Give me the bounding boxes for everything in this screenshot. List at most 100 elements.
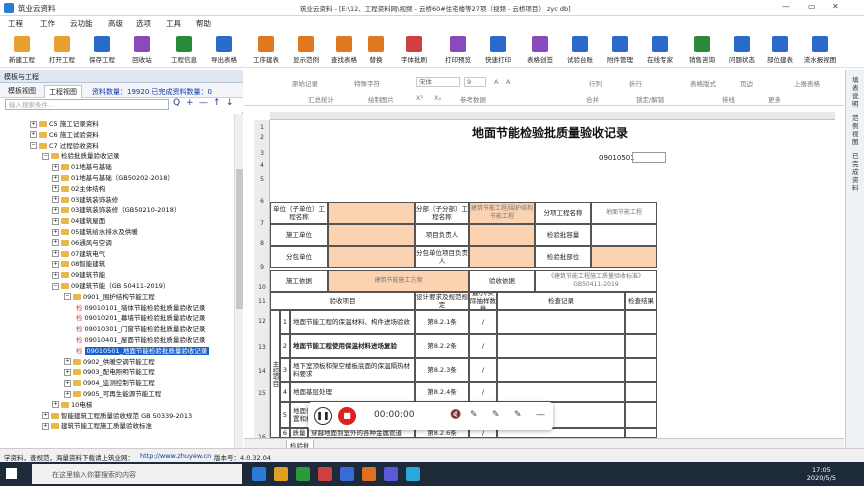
tree-item[interactable]: 检 09010501_地面节能检验批质量验收记录 [76,346,210,356]
expand-icon[interactable]: + [30,120,37,128]
expand-icon[interactable]: + [64,379,71,387]
ribbon-button-3[interactable]: 回收站 [124,36,160,64]
highlighter-icon[interactable]: ✎ [514,410,522,420]
field-acceptance-basis[interactable]: 《建筑节能工程施工质量验收标准》GB50411-2019 [535,270,657,292]
expand-icon[interactable]: + [52,271,59,279]
taskbar-app-icon[interactable] [362,467,376,481]
field-batch-capacity[interactable] [591,224,657,246]
rail-fill-instructions[interactable]: 填表说明 [852,76,860,108]
ribbon-button-19[interactable]: 部位建表 [762,36,798,64]
more-button[interactable]: 更多 [768,94,781,104]
tree-item[interactable]: +07建筑电气 [52,250,105,259]
subscript-button[interactable]: X₂ [434,94,441,102]
ribbon-button-10[interactable]: 字体批刷 [396,36,432,64]
tree-scrollbar-thumb[interactable] [236,169,243,309]
tree-item[interactable]: + C5 施工记录资料 [30,120,99,129]
tree-item[interactable]: + C6 施工试验资料 [30,131,99,140]
stop-button[interactable]: ■ [338,407,356,425]
item-sample[interactable]: / [469,358,497,382]
tree-item[interactable]: + 智能建筑工程质量验收规范 GB 50339-2013 [42,412,192,421]
ribbon-button-7[interactable]: 显示范例 [288,36,324,64]
item-result[interactable] [625,382,657,402]
menu-project[interactable]: 工程 [8,18,23,29]
expand-icon[interactable]: + [42,412,49,420]
tree-item[interactable]: − 检验批质量验收记录 [42,152,120,161]
expand-icon[interactable]: + [52,250,59,258]
mic-icon[interactable]: ✎ [470,410,478,420]
ribbon-button-11[interactable]: 打印预览 [440,36,476,64]
expand-icon[interactable]: + [64,368,71,376]
item-result[interactable] [625,428,657,438]
field-basis[interactable]: 建筑节能施工方案 [328,270,469,292]
tree-item[interactable]: +09建筑节能 [52,271,105,280]
tree-item[interactable]: − 09建筑节能（GB 50411-2019） [52,282,169,291]
field-sub-project[interactable]: 建筑节能工程/围护结构节能工程 [469,202,535,224]
ribbon-button-14[interactable]: 试验台账 [562,36,598,64]
row-col-button[interactable]: 行列 [589,78,602,88]
item-result[interactable] [625,334,657,358]
expand-icon[interactable]: + [52,228,59,236]
lock-unlock-button[interactable]: 锁定/解锁 [636,94,664,104]
minimize-button[interactable]: — [782,2,790,11]
expand-icon[interactable]: + [52,260,59,268]
rail-completed-docs[interactable]: 已完成资料 [852,152,860,192]
field-project-leader[interactable] [469,224,535,246]
mute-icon[interactable]: 🔇 [450,410,461,420]
field-unit-project[interactable] [328,202,415,224]
menu-help[interactable]: 帮助 [196,18,211,29]
ref-data-button[interactable]: 参考数据 [460,94,486,104]
collapse-icon[interactable]: − [30,142,37,150]
taskbar-app-icon[interactable] [406,467,420,481]
menu-options[interactable]: 选项 [136,18,151,29]
tree-item[interactable]: +01地基与基础（GB50202-2018） [52,174,174,183]
collapse-icon[interactable]: − [42,152,49,160]
tree-item[interactable]: +05建筑给水排水及供暖 [52,228,138,237]
taskbar-app-icon[interactable] [296,467,310,481]
font-size-select[interactable]: 9 [464,77,486,87]
expand-icon[interactable]: + [52,174,59,182]
expand-icon[interactable]: + [64,390,71,398]
menu-work[interactable]: 工作 [40,18,55,29]
ribbon-button-16[interactable]: 在线专家 [642,36,678,64]
item-record[interactable] [497,358,625,382]
report-table-button[interactable]: 上报表格 [794,78,820,88]
wrap-text-button[interactable]: 折行 [629,78,642,88]
ribbon-button-12[interactable]: 快速打印 [480,36,516,64]
expand-icon[interactable]: + [52,196,59,204]
field-batch-location[interactable] [591,246,657,268]
grow-font-button[interactable]: A [494,78,498,86]
expand-icon[interactable]: + [52,239,59,247]
collapse-all-icon[interactable]: — [199,98,208,108]
table-layout-button[interactable]: 表格版式 [690,78,716,88]
search-icon[interactable]: Q [173,98,180,108]
close-button[interactable]: ✕ [832,2,839,11]
merge-button[interactable]: 合并 [586,94,599,104]
field-sub-leader[interactable] [469,246,535,268]
item-record[interactable] [497,382,625,402]
menu-cloud[interactable]: 云功能 [70,18,93,29]
ribbon-button-6[interactable]: 工序建表 [248,36,284,64]
tree-item[interactable]: − C7 过程验收资料 [30,142,99,151]
tree-item[interactable]: 检 09010401_屋面节能检验批质量验收记录 [76,336,205,345]
item-result[interactable] [625,358,657,382]
tab-template-view[interactable]: 模板视图 [4,85,40,97]
tree-item[interactable]: − 0901_围护结构节能工程 [64,293,155,302]
ribbon-button-18[interactable]: 问题状态 [724,36,760,64]
tree-item[interactable]: +0903_配电照明节能工程 [64,368,155,377]
expand-icon[interactable]: + [42,422,49,430]
move-up-icon[interactable]: ↑ [213,98,221,108]
item-sample[interactable]: / [469,310,497,334]
summary-stats-button[interactable]: 汇总统计 [308,94,334,104]
item-result[interactable] [625,402,657,428]
expand-all-icon[interactable]: + [186,98,194,108]
collapse-icon[interactable]: − [64,293,71,301]
ribbon-button-1[interactable]: 打开工程 [44,36,80,64]
ribbon-button-15[interactable]: 附件管理 [602,36,638,64]
tree-item[interactable]: +03建筑装饰装修（GB50210-2018） [52,206,180,215]
ribbon-button-5[interactable]: 导出表格 [206,36,242,64]
taskbar-app-icon[interactable] [340,467,354,481]
superscript-button[interactable]: X² [416,94,423,102]
field-contractor[interactable] [328,224,415,246]
margins-button[interactable]: 页边 [740,78,753,88]
draw-image-button[interactable]: 绘制图片 [368,94,394,104]
